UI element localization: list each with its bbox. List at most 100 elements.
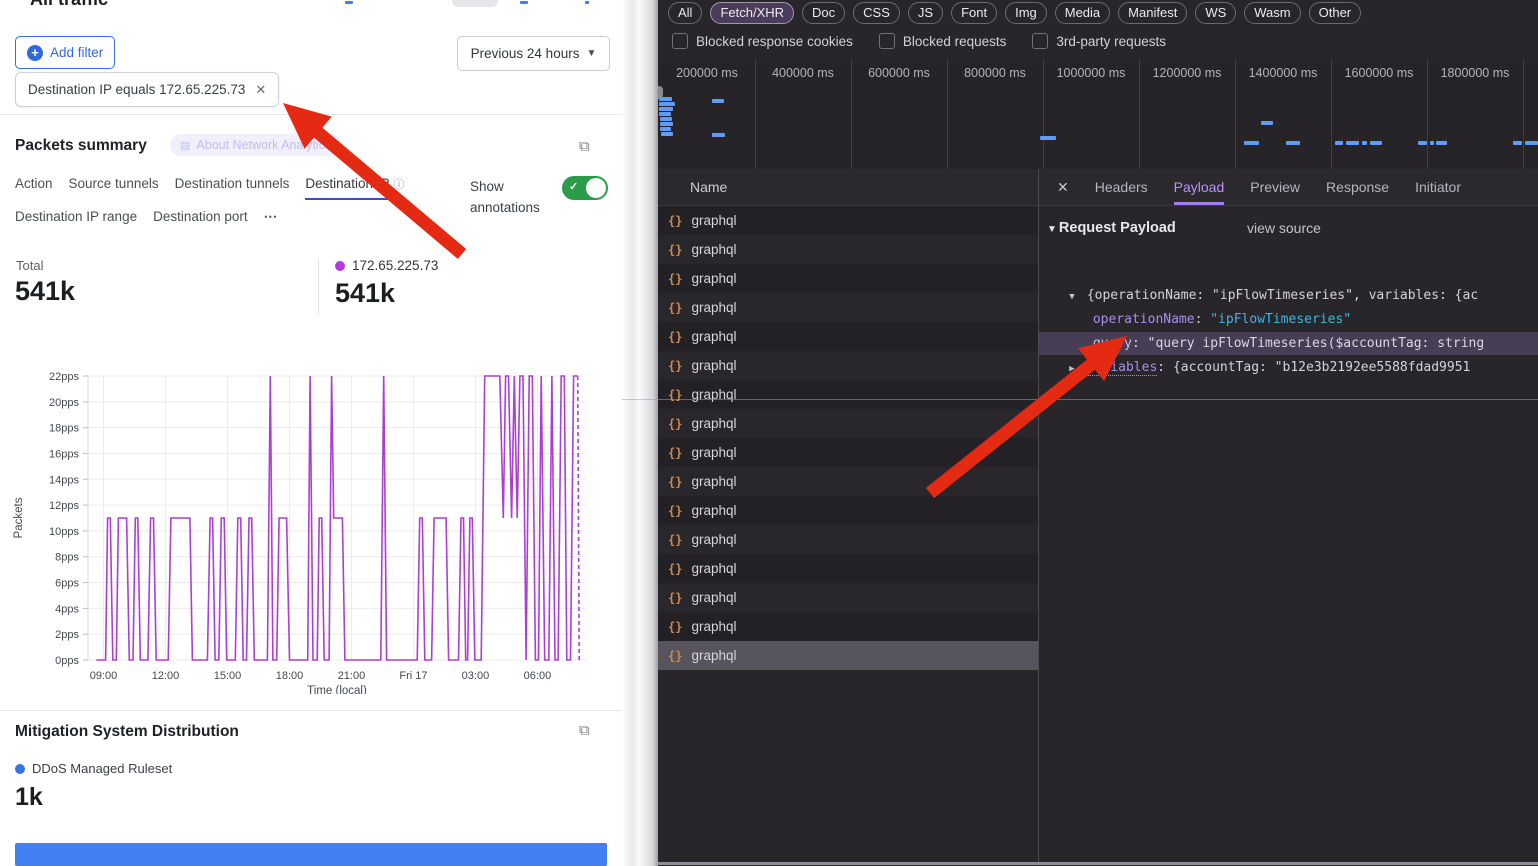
series-value: 541k (335, 278, 395, 309)
divider (0, 710, 622, 711)
timeline-request-marker (1261, 121, 1273, 125)
network-request-row[interactable]: {}graphql (658, 206, 1038, 235)
timeline-request-marker (712, 99, 724, 103)
about-network-analytics-badge[interactable]: ▤ About Network Analytics (170, 134, 341, 156)
svg-text:06:00: 06:00 (524, 670, 552, 682)
filter-pill-css[interactable]: CSS (853, 2, 900, 24)
time-range-dropdown[interactable]: Previous 24 hours ▼ (457, 36, 610, 71)
filter-pill-doc[interactable]: Doc (802, 2, 845, 24)
screenshot-seam (622, 399, 1538, 400)
remove-filter-icon[interactable]: ✕ (255, 82, 266, 98)
name-column-header[interactable]: Name (658, 169, 1038, 206)
series-legend: 172.65.225.73 (335, 258, 438, 273)
request-list: Name {}graphql{}graphql{}graphql{}graphq… (658, 169, 1038, 863)
filter-chip[interactable]: Destination IP equals 172.65.225.73 ✕ (15, 72, 279, 107)
network-request-row[interactable]: {}graphql (658, 612, 1038, 641)
request-name: graphql (691, 329, 736, 344)
total-value: 541k (15, 276, 75, 307)
clipped-toolbar-fragment (345, 1, 353, 4)
checkbox-box[interactable] (1032, 33, 1048, 49)
network-request-row[interactable]: {}graphql (658, 583, 1038, 612)
popout-icon[interactable]: ⧉ (579, 722, 590, 739)
request-name: graphql (691, 445, 736, 460)
checkbox-box[interactable] (879, 33, 895, 49)
network-request-row[interactable]: {}graphql (658, 525, 1038, 554)
check-icon: ✓ (569, 180, 578, 193)
add-filter-button[interactable]: + Add filter (15, 36, 115, 69)
detail-tab-payload[interactable]: Payload (1174, 169, 1225, 205)
clipped-toolbar-fragment (520, 1, 528, 4)
tab-destination-ip-range[interactable]: Destination IP range (15, 209, 137, 231)
packets-summary-title: Packets summary (15, 137, 147, 155)
popout-icon[interactable]: ⧉ (579, 138, 590, 155)
timeline-request-marker (1370, 141, 1382, 145)
more-tabs-icon[interactable]: ⋯ (264, 209, 279, 231)
checkbox-box[interactable] (672, 33, 688, 49)
network-request-row[interactable]: {}graphql (658, 438, 1038, 467)
svg-text:09:00: 09:00 (90, 670, 118, 682)
payload-operation-row[interactable]: operationName: "ipFlowTimeseries" (1039, 308, 1538, 331)
timeline-request-marker (1346, 141, 1359, 145)
network-request-row[interactable]: {}graphql (658, 264, 1038, 293)
network-request-row[interactable]: {}graphql (658, 554, 1038, 583)
filter-pill-other[interactable]: Other (1309, 2, 1362, 24)
tab-destination-port[interactable]: Destination port (153, 209, 248, 231)
request-payload-section-header[interactable]: ▼Request Payload (1047, 220, 1176, 236)
checkbox-label: 3rd-party requests (1056, 34, 1166, 49)
network-request-row[interactable]: {}graphql (658, 322, 1038, 351)
filter-pill-font[interactable]: Font (951, 2, 997, 24)
view-source-link[interactable]: view source (1247, 220, 1321, 236)
filter-pill-js[interactable]: JS (908, 2, 943, 24)
tab-destination-tunnels[interactable]: Destination tunnels (175, 176, 290, 200)
timeline-tick-label: 1200000 ms (1139, 66, 1235, 80)
network-request-row[interactable]: {}graphql (658, 496, 1038, 525)
devtools-bottom-edge (658, 862, 1538, 865)
network-request-row[interactable]: {}graphql (658, 409, 1038, 438)
svg-text:21:00: 21:00 (338, 670, 366, 682)
tab-source-tunnels[interactable]: Source tunnels (69, 176, 159, 200)
detail-tab-response[interactable]: Response (1326, 169, 1389, 205)
filter-pill-media[interactable]: Media (1055, 2, 1110, 24)
filter-pill-img[interactable]: Img (1005, 2, 1047, 24)
filter-pill-fetch-xhr[interactable]: Fetch/XHR (710, 2, 794, 24)
tab-destination-ip[interactable]: Destination IPⓘ (305, 176, 404, 200)
json-braces-icon: {} (668, 533, 682, 547)
network-request-row[interactable]: {}graphql (658, 293, 1038, 322)
network-request-row[interactable]: {}graphql (658, 467, 1038, 496)
show-annotations-toggle[interactable]: ✓ (562, 176, 608, 200)
svg-text:6pps: 6pps (55, 578, 79, 590)
filter-pill-manifest[interactable]: Manifest (1118, 2, 1187, 24)
network-request-row[interactable]: {}graphql (658, 235, 1038, 264)
network-request-row[interactable]: {}graphql (658, 641, 1038, 670)
detail-tab-headers[interactable]: Headers (1095, 169, 1148, 205)
request-name: graphql (691, 503, 736, 518)
add-filter-label: Add filter (50, 45, 103, 60)
payload-query-row[interactable]: query: "query ipFlowTimeseries($accountT… (1039, 332, 1538, 355)
timeline-request-marker (660, 117, 672, 121)
time-range-value: Previous 24 hours (471, 46, 580, 61)
svg-text:14pps: 14pps (49, 474, 79, 486)
network-request-row[interactable]: {}graphql (658, 351, 1038, 380)
filter-pill-wasm[interactable]: Wasm (1244, 2, 1300, 24)
checkbox-blocked-requests[interactable]: Blocked requests (879, 33, 1007, 49)
network-request-row[interactable]: {}graphql (658, 380, 1038, 409)
detail-tab-preview[interactable]: Preview (1250, 169, 1300, 205)
payload-preview-row[interactable]: ▼ {operationName: "ipFlowTimeseries", va… (1039, 284, 1538, 307)
timeline-request-marker (659, 112, 671, 116)
filter-pill-all[interactable]: All (668, 2, 702, 24)
chevron-down-icon: ▼ (586, 48, 596, 59)
svg-text:8pps: 8pps (55, 552, 79, 564)
close-icon[interactable]: ✕ (1057, 179, 1069, 196)
checkbox-3rd-party-requests[interactable]: 3rd-party requests (1032, 33, 1166, 49)
checkbox-blocked-response-cookies[interactable]: Blocked response cookies (672, 33, 853, 49)
clipped-toolbar-fragment (452, 0, 498, 7)
detail-tab-initiator[interactable]: Initiator (1415, 169, 1461, 205)
payload-variables-row[interactable]: ▶ variables: {accountTag: "b12e3b2192ee5… (1039, 356, 1538, 379)
json-braces-icon: {} (668, 301, 682, 315)
legend-color-dot (15, 764, 25, 774)
filter-pill-ws[interactable]: WS (1195, 2, 1236, 24)
network-timeline-overview[interactable]: 200000 ms400000 ms600000 ms800000 ms1000… (658, 58, 1538, 170)
info-icon: ⓘ (393, 179, 404, 191)
tab-action[interactable]: Action (15, 176, 53, 200)
svg-text:22pps: 22pps (49, 371, 79, 383)
